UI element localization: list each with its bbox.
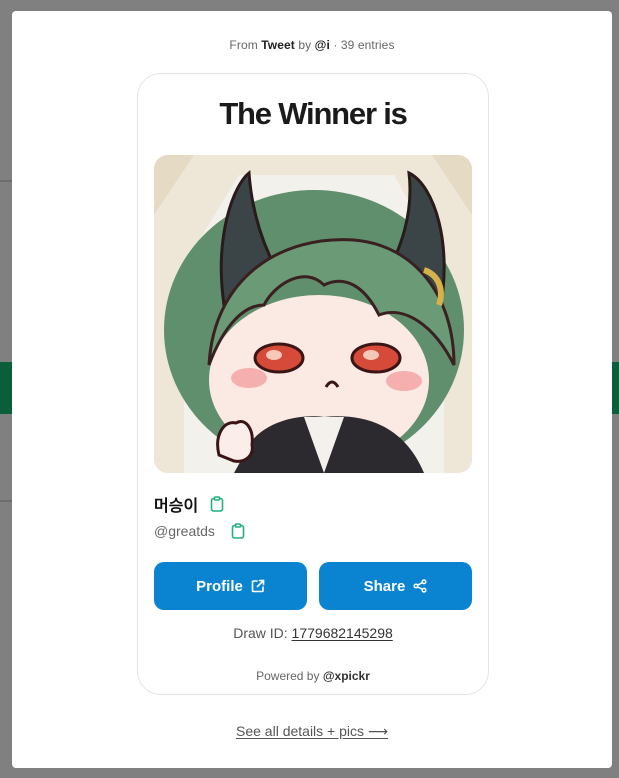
source-by: by (298, 38, 312, 52)
winner-handle-row: @greatds (154, 523, 245, 539)
profile-button[interactable]: Profile (154, 562, 307, 610)
see-all-details-link[interactable]: See all details + pics ⟶ (236, 723, 388, 739)
winner-name: 머승이 (154, 498, 199, 515)
source-info: From Tweet by @i · 39 entries (12, 38, 612, 52)
share-button[interactable]: Share (319, 562, 472, 610)
winner-handle: @greatds (154, 523, 215, 539)
powered-by-brand[interactable]: @xpickr (323, 669, 370, 683)
winner-title: The Winner is (219, 96, 408, 131)
powered-by: Powered by @xpickr (138, 669, 488, 683)
source-author: @i (314, 38, 330, 52)
winner-modal: From Tweet by @i · 39 entries The Winner… (12, 11, 612, 768)
clipboard-icon[interactable] (231, 523, 245, 539)
winner-name-row: 머승이 (154, 492, 224, 516)
draw-id-link[interactable]: 1779682145298 (292, 625, 393, 641)
source-prefix: From (229, 38, 258, 52)
details-link-row: See all details + pics ⟶ (12, 723, 612, 740)
clipboard-icon[interactable] (210, 496, 224, 512)
draw-id: Draw ID: 1779682145298 (138, 625, 488, 641)
share-button-label: Share (363, 577, 406, 595)
share-icon (413, 579, 427, 593)
winner-avatar-image (154, 155, 472, 473)
source-type: Tweet (261, 38, 295, 52)
winner-card: The Winner is 머승이 @greatds Profile Share… (137, 73, 489, 695)
entries-count: · 39 entries (333, 38, 395, 52)
external-link-icon (251, 579, 265, 593)
profile-button-label: Profile (196, 577, 243, 595)
draw-id-label: Draw ID: (233, 625, 288, 641)
powered-by-label: Powered by (256, 669, 320, 683)
